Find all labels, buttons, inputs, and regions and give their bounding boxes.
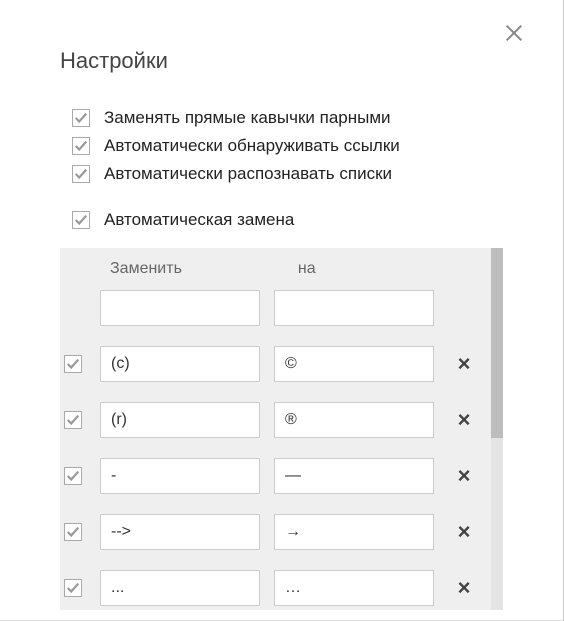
option-smart-quotes-checkbox[interactable] (72, 109, 90, 127)
delete-icon: × (458, 351, 471, 377)
rule-row: × (60, 510, 503, 554)
rule-from-input[interactable] (100, 514, 260, 550)
check-icon (74, 111, 88, 125)
delete-icon: × (458, 575, 471, 601)
option-autocorrect: Автоматическая замена (60, 206, 503, 248)
delete-icon: × (458, 519, 471, 545)
check-icon (66, 357, 80, 371)
option-detect-links-checkbox[interactable] (72, 137, 90, 155)
check-icon (66, 581, 80, 595)
rule-enable-checkbox[interactable] (64, 411, 82, 429)
rule-row: × (60, 566, 503, 610)
close-button[interactable] (503, 22, 533, 52)
option-autocorrect-checkbox[interactable] (72, 211, 90, 229)
check-icon (66, 525, 80, 539)
check-icon (74, 167, 88, 181)
delete-icon: × (458, 463, 471, 489)
option-detect-links-label: Автоматически обнаруживать ссылки (104, 136, 400, 156)
check-icon (74, 139, 88, 153)
check-icon (66, 413, 80, 427)
delete-rule-button[interactable]: × (444, 344, 484, 384)
option-smart-quotes: Заменять прямые кавычки парными (72, 104, 563, 132)
delete-rule-button[interactable]: × (444, 512, 484, 552)
rule-row: × (60, 398, 503, 442)
autocorrect-table: Заменить на × × (60, 248, 503, 610)
delete-rule-button[interactable]: × (444, 456, 484, 496)
rule-from-input[interactable] (100, 402, 260, 438)
rule-to-input[interactable] (274, 402, 434, 438)
option-detect-links: Автоматически обнаруживать ссылки (72, 132, 563, 160)
option-detect-lists: Автоматически распознавать списки (72, 160, 563, 188)
delete-rule-button[interactable]: × (444, 568, 484, 608)
rule-row: × (60, 342, 503, 386)
close-icon (503, 22, 525, 44)
new-rule-to-input[interactable] (274, 290, 434, 326)
rule-row: × (60, 454, 503, 498)
option-detect-lists-checkbox[interactable] (72, 165, 90, 183)
rule-to-input[interactable] (274, 346, 434, 382)
scrollbar-thumb[interactable] (491, 248, 503, 438)
page-title: Настройки (0, 0, 563, 74)
option-detect-lists-label: Автоматически распознавать списки (104, 164, 392, 184)
col-header-with: на (288, 260, 316, 278)
rule-from-input[interactable] (100, 458, 260, 494)
rule-enable-checkbox[interactable] (64, 355, 82, 373)
rule-enable-checkbox[interactable] (64, 523, 82, 541)
delete-rule-button[interactable]: × (444, 400, 484, 440)
rule-to-input[interactable] (274, 458, 434, 494)
option-smart-quotes-label: Заменять прямые кавычки парными (104, 108, 391, 128)
rule-to-input[interactable] (274, 514, 434, 550)
col-header-replace: Заменить (100, 260, 182, 278)
scrollbar-track[interactable] (491, 248, 503, 610)
rule-to-input[interactable] (274, 570, 434, 606)
rule-from-input[interactable] (100, 346, 260, 382)
check-icon (74, 213, 88, 227)
new-rule-row (60, 286, 503, 330)
delete-icon: × (458, 407, 471, 433)
rule-enable-checkbox[interactable] (64, 467, 82, 485)
rule-from-input[interactable] (100, 570, 260, 606)
option-autocorrect-label: Автоматическая замена (104, 210, 294, 230)
rule-enable-checkbox[interactable] (64, 579, 82, 597)
check-icon (66, 469, 80, 483)
new-rule-from-input[interactable] (100, 290, 260, 326)
